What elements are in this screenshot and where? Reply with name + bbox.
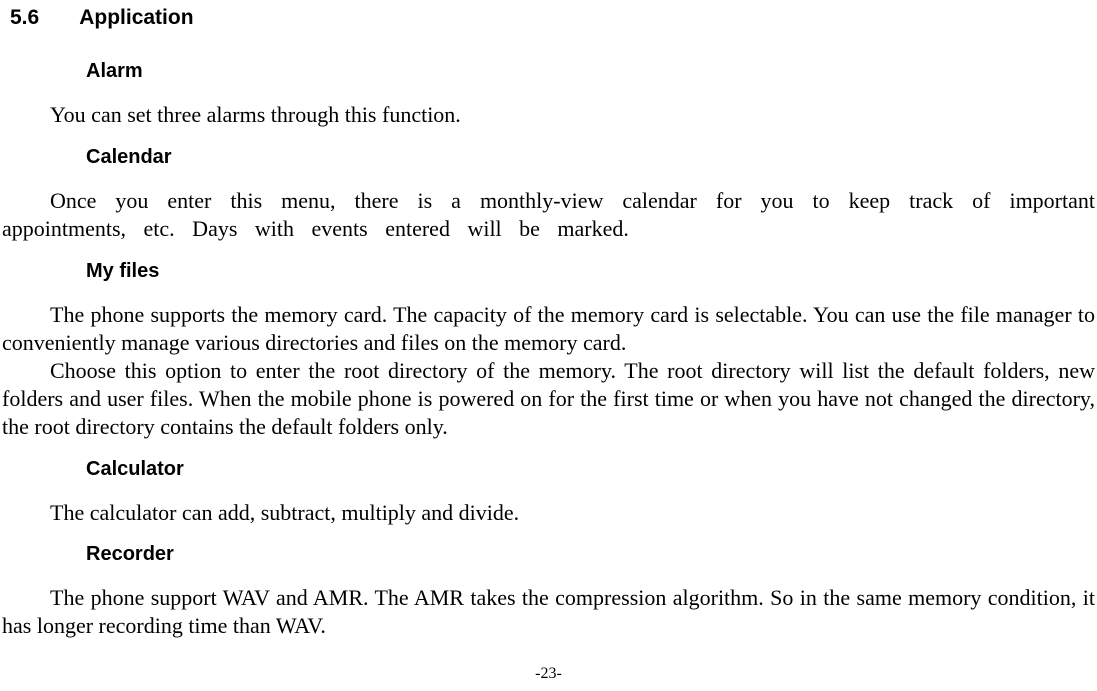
- document-content: 5.6 Application Alarm You can set three …: [0, 0, 1097, 640]
- subsection-myfiles-text1: The phone supports the memory card. The …: [0, 301, 1097, 357]
- section-number: 5.6: [10, 6, 39, 30]
- subsection-myfiles-text2: Choose this option to enter the root dir…: [0, 357, 1097, 441]
- section-header: 5.6 Application: [0, 6, 1097, 30]
- subsection-myfiles-heading: My files: [86, 260, 1097, 283]
- subsection-recorder-text: The phone support WAV and AMR. The AMR t…: [0, 584, 1097, 640]
- section-title: Application: [79, 6, 193, 30]
- subsection-calendar-text: Once you enter this menu, there is a mon…: [0, 187, 1097, 243]
- subsection-alarm-heading: Alarm: [86, 60, 1097, 83]
- subsection-calendar-heading: Calendar: [86, 146, 1097, 169]
- subsection-alarm-text: You can set three alarms through this fu…: [0, 101, 1097, 129]
- page-number: -23-: [0, 665, 1097, 683]
- subsection-calculator-text: The calculator can add, subtract, multip…: [0, 499, 1097, 527]
- subsection-calculator-heading: Calculator: [86, 458, 1097, 481]
- subsection-recorder-heading: Recorder: [86, 543, 1097, 566]
